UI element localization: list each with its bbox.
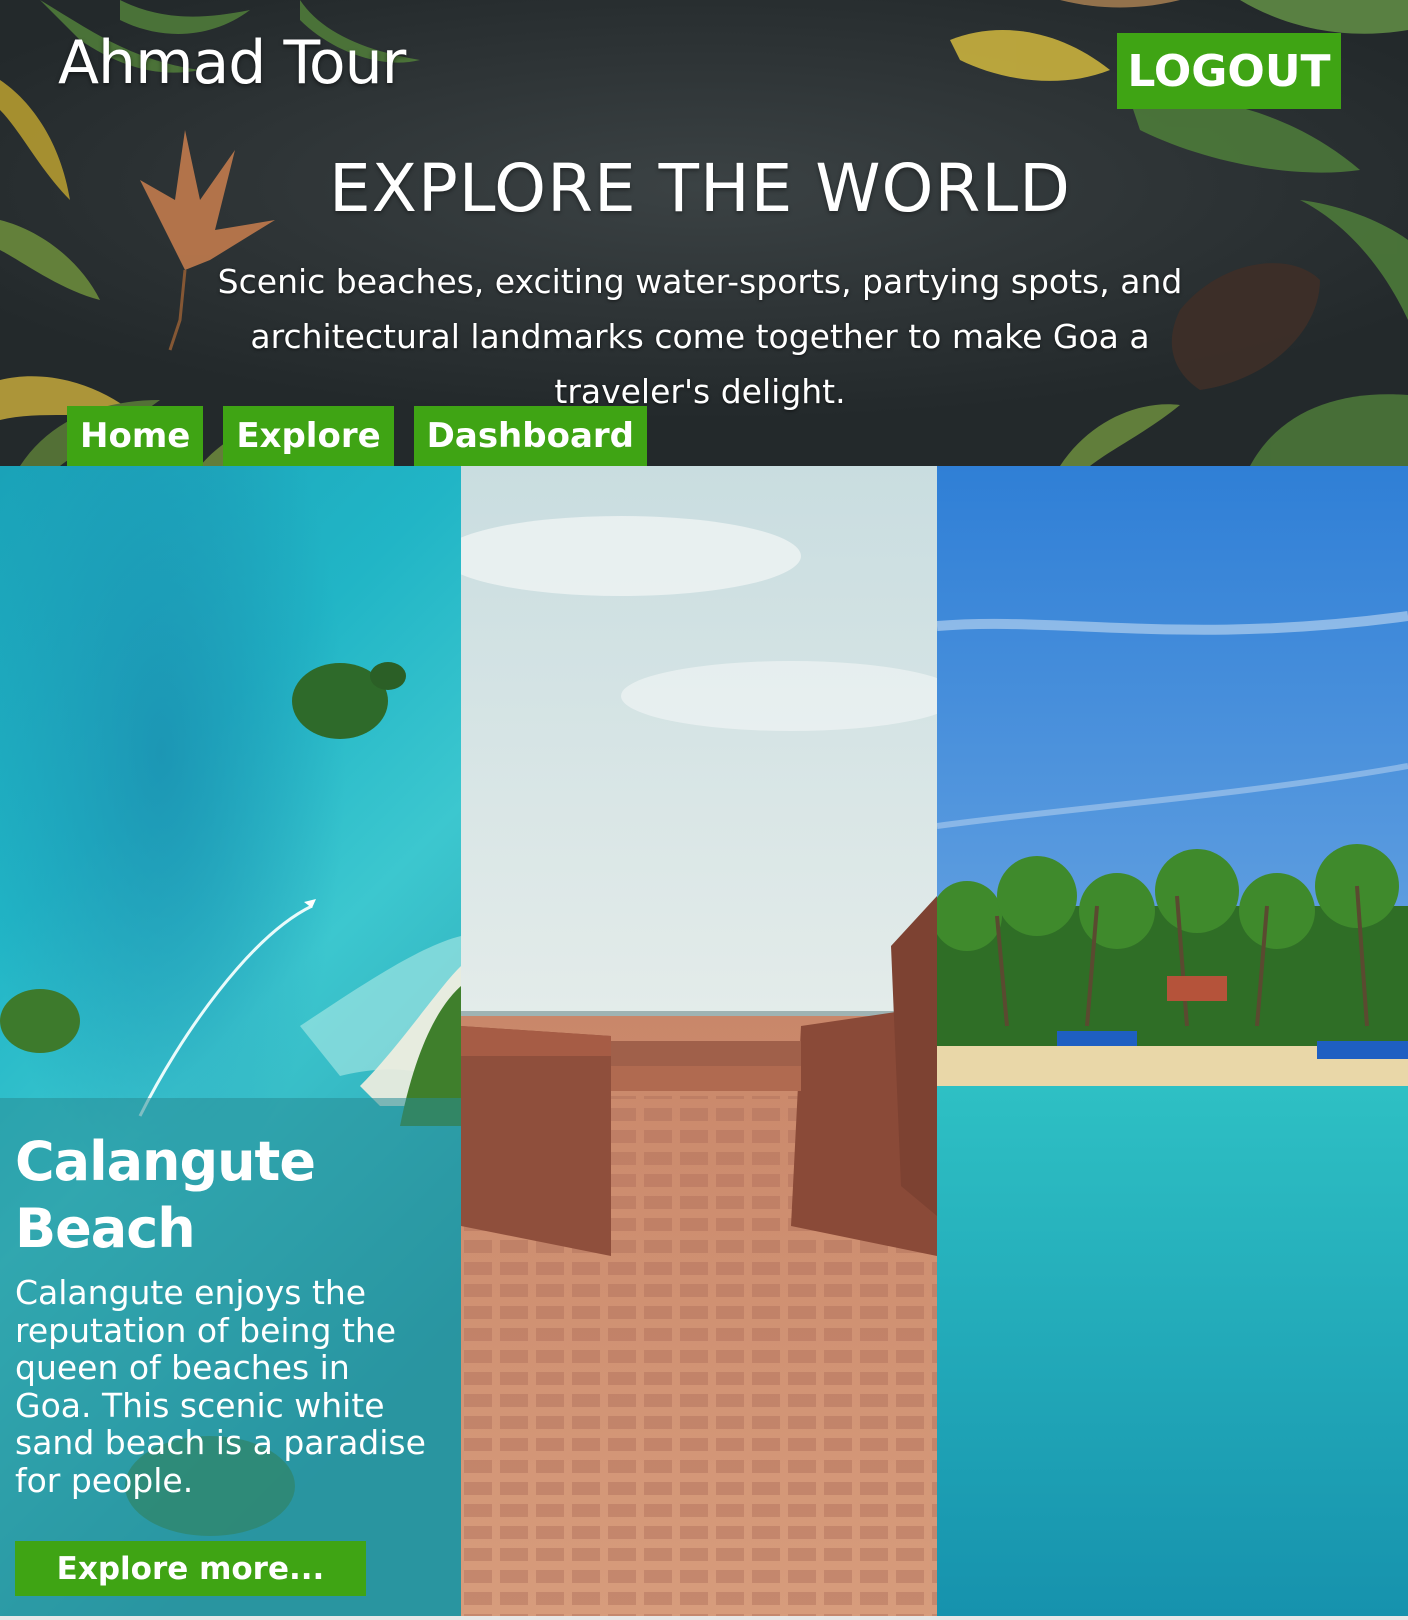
brand-title: Ahmad Tour <box>58 28 406 98</box>
hero-header: Ahmad Tour LOGOUT EXPLORE THE WORLD Scen… <box>0 0 1408 466</box>
card-description: Calangute enjoys the reputation of being… <box>15 1273 426 1500</box>
card-title: Calangute Beach <box>15 1130 316 1260</box>
hero-title: EXPLORE THE WORLD <box>329 150 1071 227</box>
destination-panel-fort[interactable] <box>461 466 937 1616</box>
destination-panel-calangute[interactable]: Calangute Beach Calangute enjoys the rep… <box>0 466 461 1616</box>
explore-more-button[interactable]: Explore more... <box>15 1541 366 1596</box>
main-nav: Home Explore Dashboard <box>67 406 648 466</box>
destination-card: Calangute Beach Calangute enjoys the rep… <box>0 1098 461 1616</box>
palm-beach-image <box>937 466 1408 1616</box>
destination-panels: Calangute Beach Calangute enjoys the rep… <box>0 466 1408 1616</box>
fort-walkway-image <box>461 466 937 1616</box>
nav-dashboard-link[interactable]: Dashboard <box>413 406 648 466</box>
nav-home-link[interactable]: Home <box>67 406 204 466</box>
logout-button[interactable]: LOGOUT <box>1117 33 1341 109</box>
hero-description: Scenic beaches, exciting water-sports, p… <box>217 262 1183 411</box>
nav-explore-link[interactable]: Explore <box>223 406 394 466</box>
destination-panel-palm-beach[interactable] <box>937 466 1408 1616</box>
